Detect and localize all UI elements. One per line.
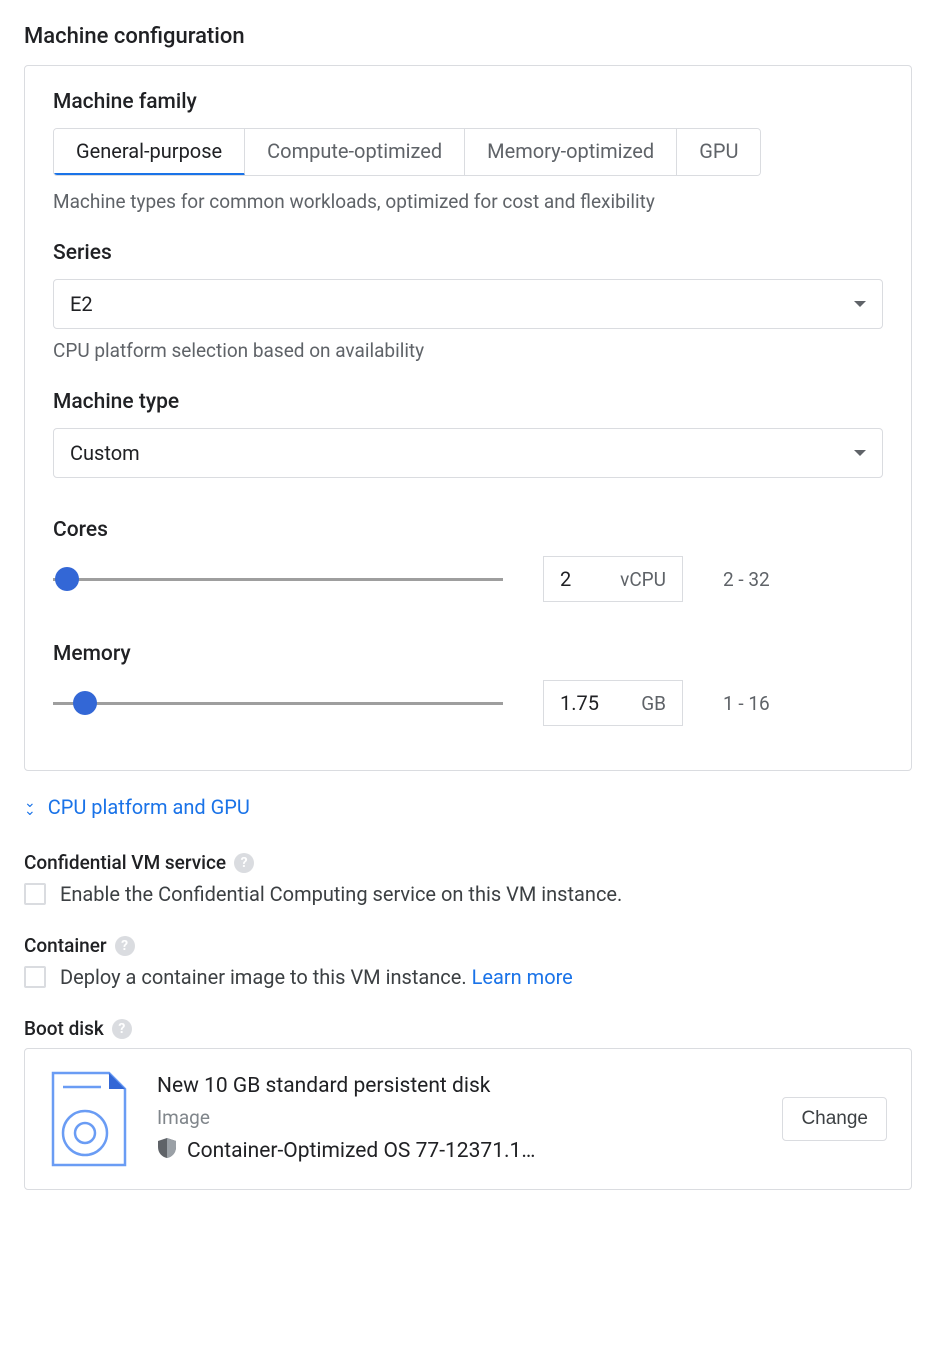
tab-memory-optimized[interactable]: Memory-optimized [465, 129, 677, 175]
help-icon[interactable]: ? [234, 853, 254, 873]
cores-value-box[interactable]: 2 vCPU [543, 556, 683, 602]
memory-slider-thumb[interactable] [73, 691, 97, 715]
boot-disk-summary: New 10 GB standard persistent disk [157, 1074, 754, 1098]
container-checkbox[interactable] [24, 966, 46, 988]
memory-unit: GB [641, 692, 666, 715]
confidential-vm-section: Confidential VM service ? Enable the Con… [24, 851, 912, 906]
confidential-vm-checkbox[interactable] [24, 883, 46, 905]
machine-type-select[interactable]: Custom [53, 428, 883, 478]
cores-value: 2 [560, 567, 571, 591]
shield-icon [157, 1137, 177, 1165]
machine-type-label: Machine type [53, 390, 883, 414]
machine-family-description: Machine types for common workloads, opti… [53, 190, 883, 213]
series-value: E2 [70, 292, 93, 316]
confidential-vm-title: Confidential VM service [24, 851, 226, 874]
confidential-vm-checkbox-label: Enable the Confidential Computing servic… [60, 882, 622, 906]
cores-label: Cores [53, 518, 883, 542]
machine-configuration-title: Machine configuration [24, 24, 912, 49]
cpu-platform-gpu-expand[interactable]: ⌄⌄ CPU platform and GPU [24, 795, 912, 819]
tab-compute-optimized[interactable]: Compute-optimized [245, 129, 465, 175]
cores-slider[interactable] [53, 567, 503, 591]
machine-type-value: Custom [70, 441, 140, 465]
series-helper: CPU platform selection based on availabi… [53, 339, 883, 362]
cpu-platform-gpu-label: CPU platform and GPU [48, 795, 250, 819]
container-title: Container [24, 934, 107, 957]
cores-unit: vCPU [620, 568, 666, 591]
boot-disk-image-label: Image [157, 1106, 754, 1129]
boot-disk-card: New 10 GB standard persistent disk Image… [24, 1048, 912, 1190]
change-boot-disk-button[interactable]: Change [782, 1097, 887, 1141]
cores-range: 2 - 32 [723, 568, 770, 591]
cores-slider-thumb[interactable] [55, 567, 79, 591]
help-icon[interactable]: ? [115, 936, 135, 956]
memory-value: 1.75 [560, 691, 599, 715]
double-chevron-down-icon: ⌄⌄ [24, 799, 36, 816]
caret-down-icon [854, 450, 866, 456]
memory-slider[interactable] [53, 691, 503, 715]
boot-disk-title: Boot disk [24, 1017, 104, 1040]
boot-disk-section: Boot disk ? New 10 GB standard persisten… [24, 1017, 912, 1190]
boot-disk-os-name: Container-Optimized OS 77-12371.1… [187, 1139, 535, 1163]
help-icon[interactable]: ? [112, 1019, 132, 1039]
memory-range: 1 - 16 [723, 692, 770, 715]
tab-general-purpose[interactable]: General-purpose [54, 129, 245, 176]
machine-configuration-card: Machine family General-purpose Compute-o… [24, 65, 912, 771]
machine-family-label: Machine family [53, 90, 883, 114]
container-checkbox-label: Deploy a container image to this VM inst… [60, 965, 472, 989]
memory-label: Memory [53, 642, 883, 666]
series-label: Series [53, 241, 883, 265]
machine-family-tabs: General-purpose Compute-optimized Memory… [53, 128, 761, 176]
memory-value-box[interactable]: 1.75 GB [543, 680, 683, 726]
container-learn-more-link[interactable]: Learn more [472, 965, 573, 989]
caret-down-icon [854, 301, 866, 307]
disk-icon [49, 1069, 129, 1169]
container-section: Container ? Deploy a container image to … [24, 934, 912, 989]
tab-gpu[interactable]: GPU [677, 129, 760, 175]
series-select[interactable]: E2 [53, 279, 883, 329]
